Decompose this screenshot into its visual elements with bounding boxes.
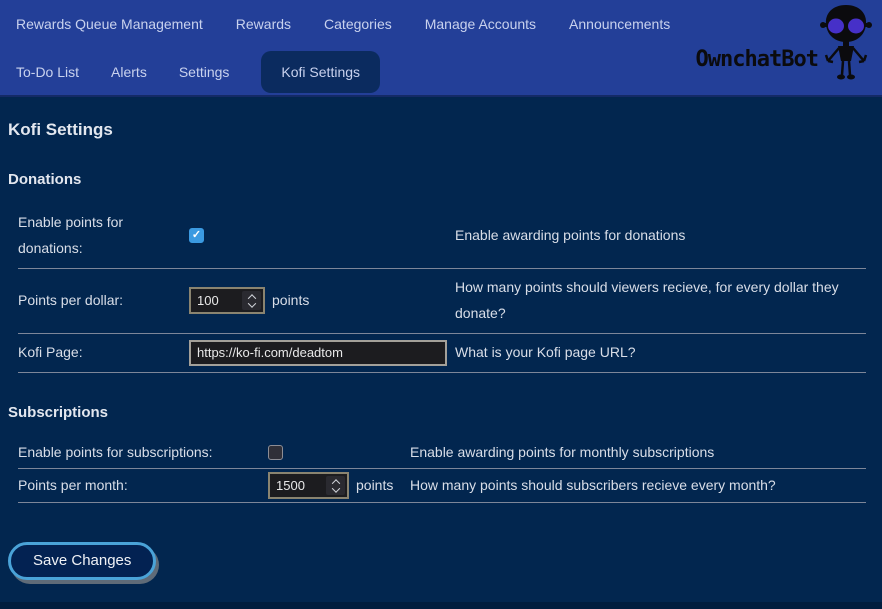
enable-donations-checkbox[interactable]: [189, 228, 204, 243]
donations-section-title: Donations: [8, 171, 866, 188]
subscriptions-settings-table: Enable points for subscriptions: Enable …: [18, 437, 866, 504]
points-per-month-label: Points per month:: [18, 473, 268, 499]
enable-subscriptions-row: Enable points for subscriptions: Enable …: [18, 437, 866, 470]
top-navigation: Rewards Queue Management Rewards Categor…: [0, 0, 882, 97]
points-per-month-description: How many points should subscribers recie…: [410, 473, 866, 499]
nav-item-alerts[interactable]: Alerts: [111, 64, 147, 80]
nav-item-rewards[interactable]: Rewards: [236, 16, 291, 32]
points-per-month-field: 1500 points: [268, 472, 410, 499]
points-per-dollar-description: How many points should viewers recieve, …: [455, 275, 866, 327]
kofi-page-label: Kofi Page:: [18, 340, 189, 366]
kofi-page-description: What is your Kofi page URL?: [455, 340, 866, 366]
nav-item-todo-list[interactable]: To-Do List: [16, 64, 79, 80]
enable-donations-field: [189, 228, 455, 243]
points-per-dollar-value: 100: [197, 294, 238, 307]
points-per-month-input[interactable]: 1500: [268, 472, 349, 499]
subscriptions-section-title: Subscriptions: [8, 404, 866, 421]
enable-subscriptions-field: [268, 445, 410, 460]
save-changes-button[interactable]: Save Changes: [8, 542, 156, 580]
donations-settings-table: Enable points for donations: Enable awar…: [18, 204, 866, 373]
robot-mascot-icon: [820, 3, 872, 88]
enable-subscriptions-description: Enable awarding points for monthly subsc…: [410, 440, 866, 466]
kofi-page-url-input[interactable]: [189, 340, 447, 366]
page-title: Kofi Settings: [8, 120, 866, 140]
enable-donations-description: Enable awarding points for donations: [455, 223, 866, 249]
points-per-dollar-label: Points per dollar:: [18, 288, 189, 314]
nav-item-categories[interactable]: Categories: [324, 16, 392, 32]
points-per-dollar-spinner[interactable]: [242, 291, 261, 310]
ownchatbot-logo: OwnchatBot: [696, 0, 872, 97]
points-per-dollar-field: 100 points: [189, 287, 455, 314]
points-suffix-label: points: [272, 288, 309, 314]
nav-item-rewards-queue-management[interactable]: Rewards Queue Management: [16, 16, 203, 32]
kofi-page-row: Kofi Page: What is your Kofi page URL?: [18, 334, 866, 373]
spinner-down-icon[interactable]: [331, 484, 339, 492]
enable-subscriptions-checkbox[interactable]: [268, 445, 283, 460]
points-per-month-spinner[interactable]: [326, 476, 345, 495]
enable-subscriptions-label: Enable points for subscriptions:: [18, 440, 268, 466]
kofi-settings-page: Kofi Settings Donations Enable points fo…: [0, 120, 882, 580]
nav-item-settings[interactable]: Settings: [179, 64, 230, 80]
points-per-dollar-row: Points per dollar: 100 points How many p…: [18, 269, 866, 334]
logo-text: OwnchatBot: [696, 47, 818, 72]
enable-donations-row: Enable points for donations: Enable awar…: [18, 204, 866, 269]
nav-item-kofi-settings-active[interactable]: Kofi Settings: [261, 51, 380, 93]
points-per-month-row: Points per month: 1500 points How many p…: [18, 469, 866, 503]
points-per-dollar-input[interactable]: 100: [189, 287, 265, 314]
nav-item-manage-accounts[interactable]: Manage Accounts: [425, 16, 536, 32]
kofi-page-field: [189, 340, 455, 366]
points-suffix-label: points: [356, 473, 393, 499]
nav-item-announcements[interactable]: Announcements: [569, 16, 670, 32]
footer-strip: [0, 602, 882, 609]
enable-donations-label: Enable points for donations:: [18, 210, 189, 262]
points-per-month-value: 1500: [276, 479, 322, 492]
spinner-down-icon[interactable]: [247, 299, 255, 307]
